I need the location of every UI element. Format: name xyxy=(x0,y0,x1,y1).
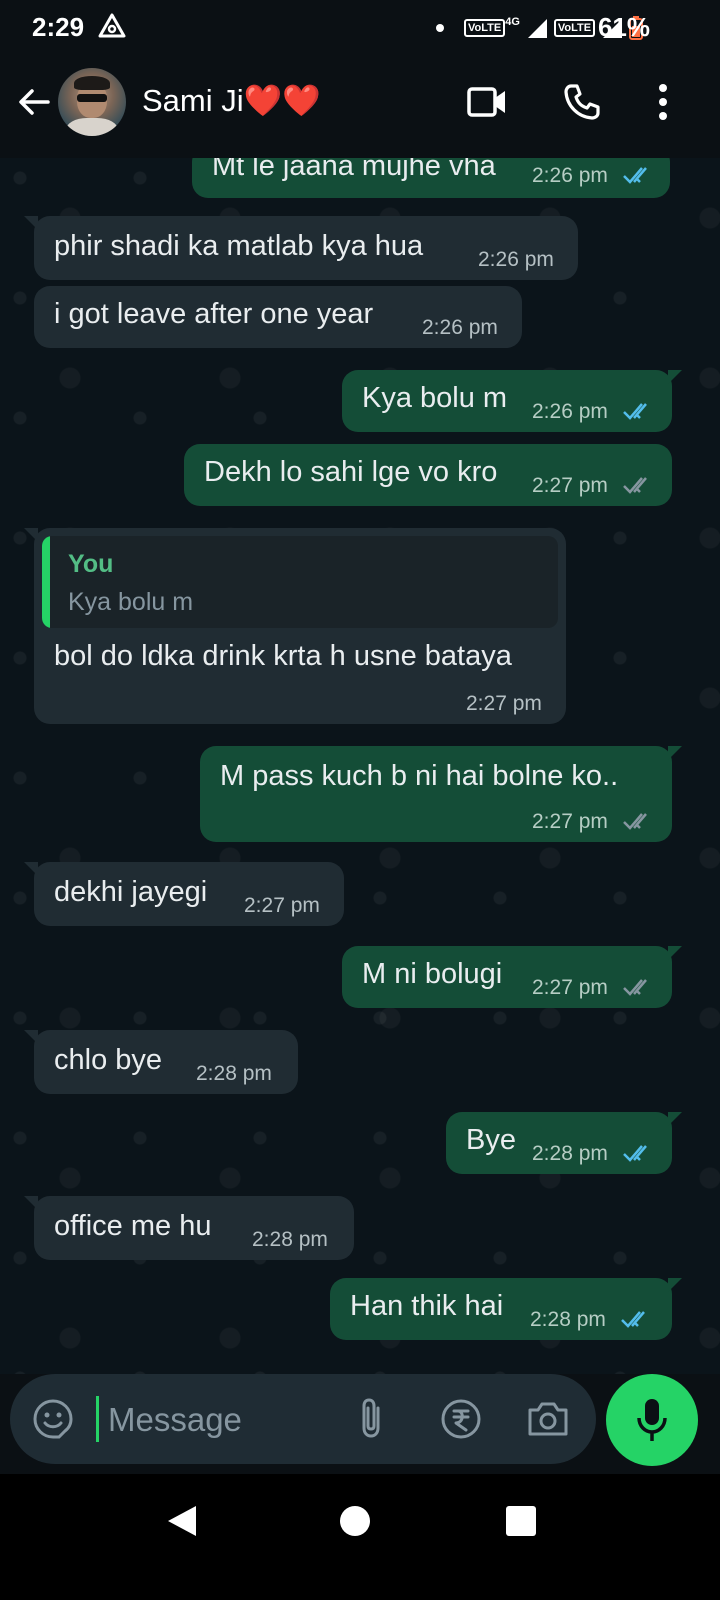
message-time: 2:26 pm xyxy=(532,400,608,423)
bubble-tail xyxy=(668,946,682,960)
delivered-tick-icon xyxy=(623,813,647,830)
delivered-tick-icon xyxy=(623,477,647,494)
message-text: chlo bye xyxy=(54,1044,163,1076)
message-time: 2:27 pm xyxy=(244,894,320,917)
avatar[interactable] xyxy=(58,68,126,136)
bubble-tail xyxy=(24,216,38,230)
video-call-icon[interactable] xyxy=(466,82,508,122)
status-bar: 2:29 VoLTE 4G VoLTE 61% xyxy=(0,0,720,54)
message-outgoing[interactable]: Bye 2:28 pm xyxy=(446,1112,682,1174)
avatar-hair xyxy=(74,76,110,90)
message-time: 2:26 pm xyxy=(532,164,608,187)
message-text: Dekh lo sahi lge vo kro xyxy=(204,456,498,488)
message-composer xyxy=(10,1374,596,1464)
chat-header: Sami Ji❤️❤️ xyxy=(0,54,720,158)
read-tick-icon xyxy=(623,1145,647,1162)
bubble-tail xyxy=(668,746,682,760)
volte-badge-2: VoLTE xyxy=(553,19,596,37)
volte-badge: VoLTE xyxy=(464,19,506,37)
signal-icon xyxy=(527,19,547,38)
avatar-body xyxy=(66,118,118,136)
bubble-tail xyxy=(668,370,682,384)
message-time: 2:28 pm xyxy=(530,1308,606,1331)
bubble-tail xyxy=(668,1278,682,1292)
network-type: 4G xyxy=(505,16,520,28)
contact-name[interactable]: Sami Ji❤️❤️ xyxy=(142,82,321,119)
message-outgoing[interactable]: Dekh lo sahi lge vo kro 2:27 pm xyxy=(184,444,672,506)
message-time: 2:26 pm xyxy=(478,248,554,271)
triangle-alert-icon xyxy=(98,13,126,38)
notification-dot xyxy=(436,24,444,32)
voice-record-button[interactable] xyxy=(606,1374,698,1466)
quote-author: You xyxy=(68,550,114,578)
message-outgoing[interactable]: Kya bolu m 2:26 pm xyxy=(342,370,682,432)
nav-recents-button[interactable] xyxy=(506,1506,536,1536)
message-time: 2:26 pm xyxy=(422,316,498,339)
bubble-tail xyxy=(24,1030,38,1044)
message-text: dekhi jayegi xyxy=(54,876,208,908)
rupee-icon[interactable] xyxy=(440,1398,482,1440)
message-time: 2:28 pm xyxy=(532,1142,608,1165)
attach-icon[interactable] xyxy=(354,1396,388,1440)
quote-text: Kya bolu m xyxy=(68,588,194,616)
chat-area[interactable]: Mt le jaana mujhe vha 2:26 pm phir shadi… xyxy=(0,158,720,1374)
message-incoming[interactable]: dekhi jayegi 2:27 pm xyxy=(24,862,344,926)
message-incoming[interactable]: chlo bye 2:28 pm xyxy=(24,1030,298,1094)
message-text: Kya bolu m xyxy=(362,382,508,414)
message-time: 2:27 pm xyxy=(532,810,608,833)
message-text: Bye xyxy=(466,1124,516,1156)
message-text: Mt le jaana mujhe vha xyxy=(212,158,496,182)
system-nav-bar xyxy=(0,1474,720,1600)
phone-icon[interactable] xyxy=(562,82,602,122)
message-text: office me hu xyxy=(54,1210,212,1242)
read-tick-icon xyxy=(621,1311,645,1328)
message-time: 2:27 pm xyxy=(466,692,542,715)
message-text: M pass kuch b ni hai bolne ko.. xyxy=(220,760,619,792)
message-time: 2:28 pm xyxy=(252,1228,328,1251)
avatar-glasses xyxy=(77,94,107,102)
message-time: 2:28 pm xyxy=(196,1062,272,1085)
message-outgoing[interactable]: M ni bolugi 2:27 pm xyxy=(342,946,682,1008)
sticker-icon[interactable] xyxy=(32,1398,74,1440)
message-incoming[interactable]: phir shadi ka matlab kya hua 2:26 pm xyxy=(24,216,578,280)
message-incoming-reply[interactable]: You Kya bolu m bol do ldka drink krta h … xyxy=(24,528,566,724)
message-text: i got leave after one year xyxy=(54,298,374,330)
quote-bar xyxy=(42,536,50,628)
quoted-message[interactable]: You Kya bolu m xyxy=(42,536,558,628)
bubble-tail xyxy=(668,1112,682,1126)
message-outgoing[interactable]: Mt le jaana mujhe vha 2:26 pm xyxy=(192,158,670,198)
message-text: bol do ldka drink krta h usne bataya xyxy=(54,640,512,672)
read-tick-icon xyxy=(623,167,647,184)
status-time: 2:29 xyxy=(32,12,85,42)
message-text: phir shadi ka matlab kya hua xyxy=(54,230,424,262)
message-time: 2:27 pm xyxy=(532,474,608,497)
message-time: 2:27 pm xyxy=(532,976,608,999)
message-input[interactable] xyxy=(106,1392,350,1448)
read-tick-icon xyxy=(623,403,647,420)
battery-percent: 61% xyxy=(597,12,650,42)
mic-icon xyxy=(637,1399,667,1441)
back-arrow-icon[interactable] xyxy=(16,84,52,120)
message-outgoing[interactable]: Han thik hai 2:28 pm xyxy=(330,1278,682,1340)
nav-home-button[interactable] xyxy=(340,1506,370,1536)
message-incoming[interactable]: i got leave after one year 2:26 pm xyxy=(34,286,522,348)
message-incoming[interactable]: office me hu 2:28 pm xyxy=(24,1196,354,1260)
bubble-tail xyxy=(24,528,38,542)
message-text: Han thik hai xyxy=(350,1290,504,1322)
text-caret xyxy=(96,1396,99,1442)
bubble-tail xyxy=(24,1196,38,1210)
camera-icon[interactable] xyxy=(526,1398,570,1438)
nav-back-icon[interactable] xyxy=(166,1504,198,1538)
message-outgoing[interactable]: M pass kuch b ni hai bolne ko.. 2:27 pm xyxy=(200,746,682,842)
bubble-tail xyxy=(24,862,38,876)
more-vert-icon[interactable] xyxy=(648,82,678,122)
delivered-tick-icon xyxy=(623,979,647,996)
message-text: M ni bolugi xyxy=(362,958,503,990)
